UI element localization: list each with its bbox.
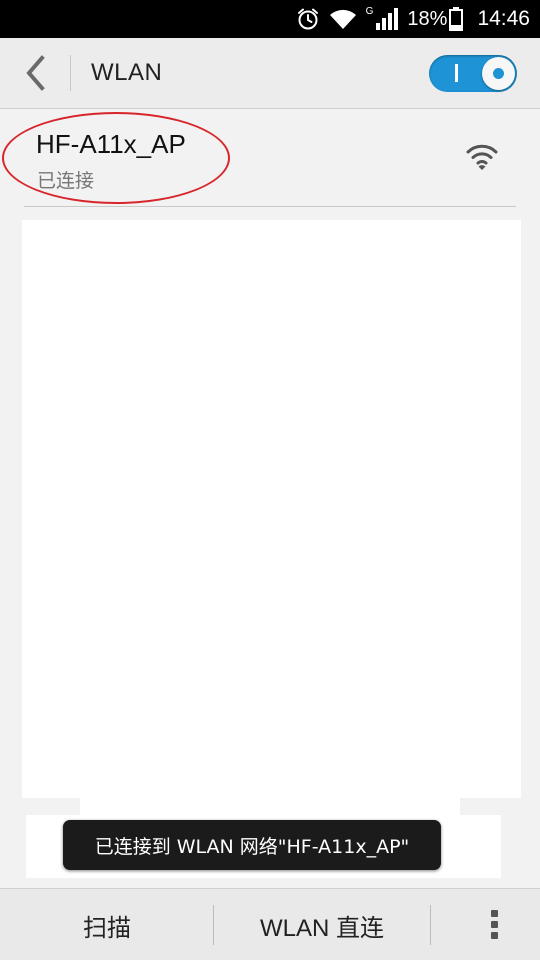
wlan-toggle[interactable]	[429, 55, 517, 92]
chevron-left-icon	[26, 55, 45, 91]
content-panel-strip	[80, 798, 460, 815]
more-options-button[interactable]	[470, 889, 520, 960]
clock: 14:46	[477, 7, 530, 30]
status-icons: G 18% 14:46	[296, 0, 530, 38]
alarm-icon	[297, 8, 318, 30]
status-bar: G 18% 14:46	[0, 0, 540, 38]
bottom-bar: 扫描 WLAN 直连	[0, 888, 540, 960]
back-button[interactable]	[18, 53, 54, 93]
signal-icon	[376, 8, 399, 30]
wifi-direct-button[interactable]: WLAN 直连	[214, 889, 430, 960]
action-bar-divider	[70, 55, 71, 91]
toggle-knob	[482, 57, 515, 90]
highlight-annotation	[2, 112, 230, 204]
network-type-label: G	[365, 5, 374, 17]
wifi-icon	[329, 9, 356, 29]
toggle-on-indicator	[455, 64, 458, 82]
list-divider	[24, 206, 516, 207]
toast-message: 已连接到 WLAN 网络"HF-A11x_AP"	[63, 820, 441, 870]
battery-percent: 18%	[407, 7, 448, 30]
battery-icon	[449, 7, 464, 31]
page-title: WLAN	[91, 59, 163, 86]
scan-button[interactable]: 扫描	[0, 889, 214, 960]
bottom-bar-divider	[430, 905, 431, 945]
action-bar: WLAN	[0, 38, 540, 109]
wifi-signal-icon	[466, 144, 498, 170]
content-panel	[22, 220, 521, 798]
